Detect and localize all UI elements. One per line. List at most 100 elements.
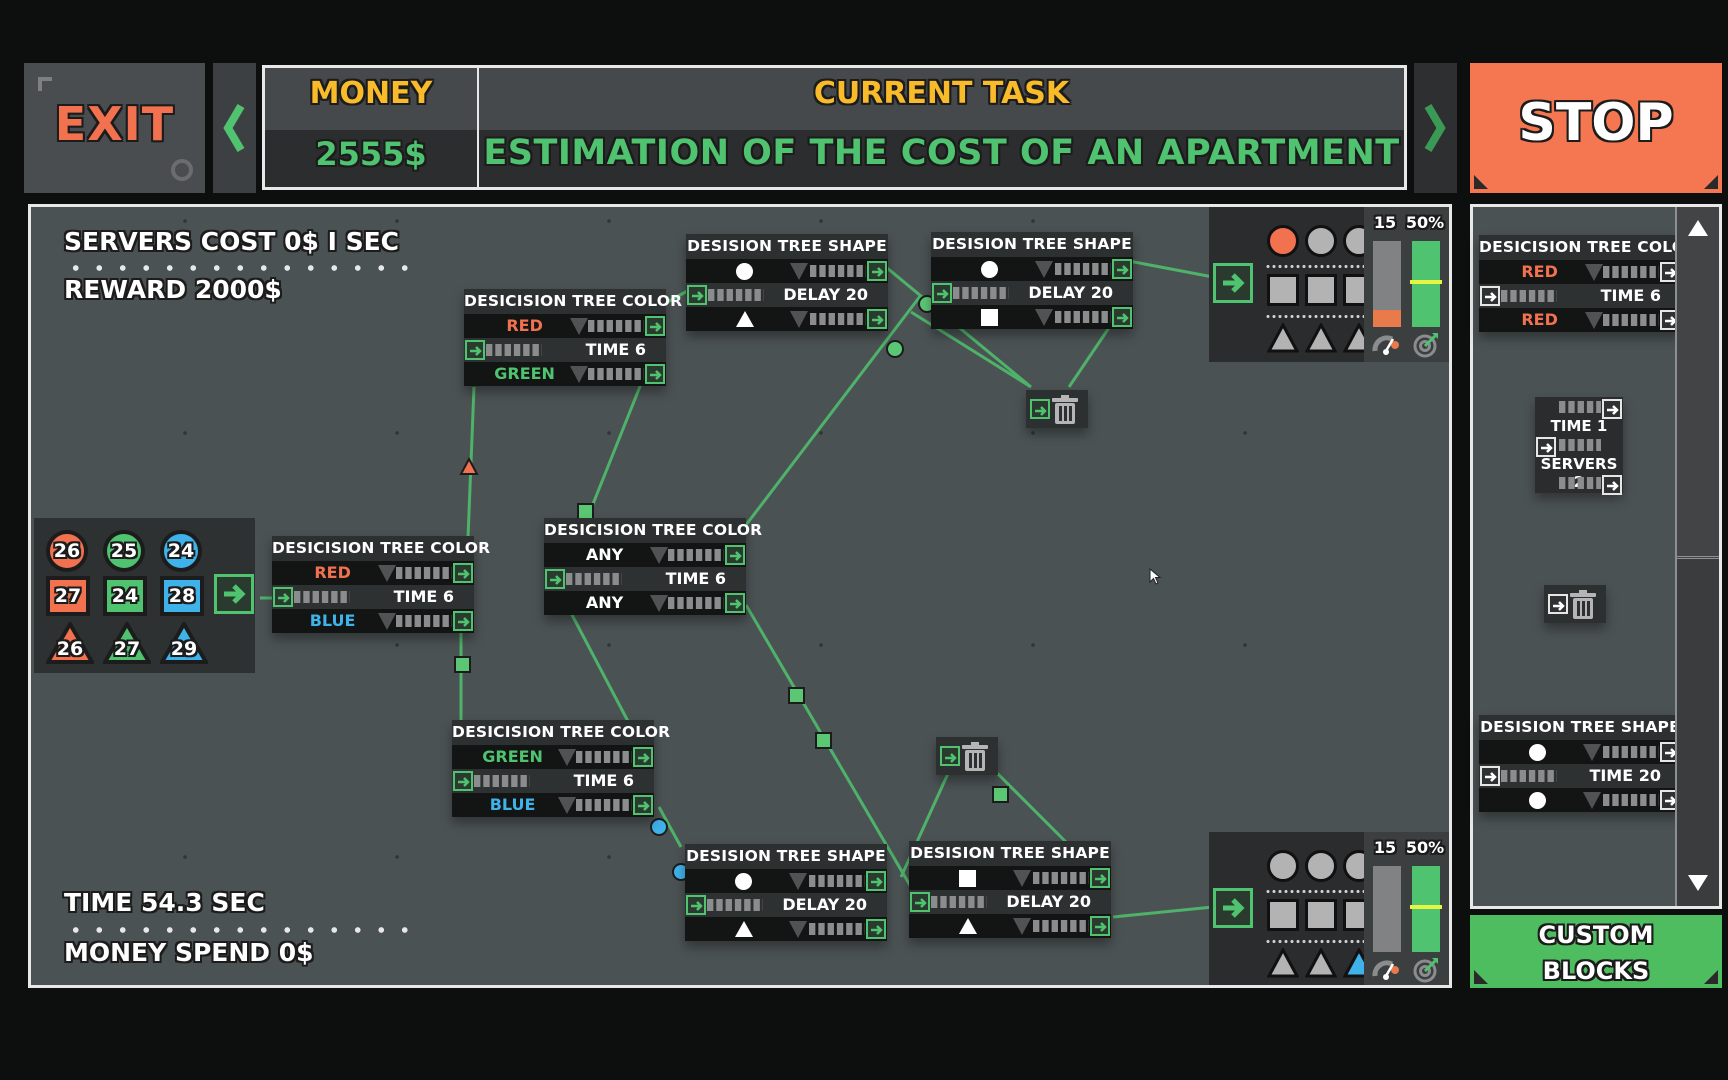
input-port[interactable]	[453, 771, 473, 791]
bottom-condition-row[interactable]	[909, 914, 1111, 938]
dropdown-caret-icon[interactable]	[1585, 264, 1603, 281]
output-port[interactable]	[1090, 916, 1110, 936]
input-port[interactable]	[1548, 594, 1568, 614]
output-port[interactable]	[453, 611, 473, 631]
input-port[interactable]	[1536, 437, 1556, 457]
library-trash-block[interactable]	[1544, 585, 1606, 623]
output-input-port[interactable]	[1213, 888, 1253, 928]
dropdown-caret-icon[interactable]	[789, 921, 807, 938]
input-port[interactable]	[545, 569, 565, 589]
dropdown-caret-icon[interactable]	[1035, 309, 1053, 326]
bottom-condition-row[interactable]	[931, 305, 1133, 329]
bottom-condition-row[interactable]	[685, 917, 887, 941]
output-port[interactable]	[725, 593, 745, 613]
color-tree-node[interactable]: DESICISION TREE COLOR GREEN TIME 6 BLUE	[452, 720, 670, 817]
scroll-down-icon[interactable]	[1687, 874, 1709, 892]
output-port[interactable]	[1112, 307, 1132, 327]
stop-button[interactable]: STOP	[1470, 63, 1722, 193]
dropdown-caret-icon[interactable]	[789, 873, 807, 890]
input-port[interactable]	[687, 285, 707, 305]
scrollbar-thumb[interactable]	[1677, 207, 1719, 559]
shape-tree-node[interactable]: DESISION TREE SHAPE DELAY 20	[685, 844, 887, 941]
output-port[interactable]	[867, 309, 887, 329]
dropdown-caret-icon[interactable]	[378, 613, 396, 630]
output-port[interactable]	[633, 795, 653, 815]
dropdown-caret-icon[interactable]	[1583, 744, 1601, 761]
dropdown-caret-icon[interactable]	[1035, 261, 1053, 278]
trash-input-port[interactable]	[940, 746, 960, 766]
output-port[interactable]	[645, 316, 665, 336]
output-port[interactable]	[1090, 868, 1110, 888]
color-tree-node[interactable]: DESICISION TREE COLOR RED TIME 6 GREEN	[464, 289, 682, 386]
dropdown-caret-icon[interactable]	[1013, 918, 1031, 935]
shape-tree-node[interactable]: DESISION TREE SHAPE DELAY 20	[686, 234, 888, 331]
input-port[interactable]	[465, 340, 485, 360]
output-port[interactable]	[867, 261, 887, 281]
top-condition-row[interactable]	[685, 869, 887, 893]
output-port[interactable]	[866, 919, 886, 939]
scroll-up-icon[interactable]	[1687, 219, 1709, 237]
workspace-canvas[interactable]: SERVERS COST 0$ I SEC REWARD 2000$ TIME …	[28, 204, 1452, 988]
bottom-condition-row[interactable]	[1479, 788, 1681, 812]
bottom-condition-row[interactable]: ANY	[544, 591, 746, 615]
block-library-panel[interactable]: DESICISION TREE COLOR RED TIME 6 RED TIME 1 S…	[1470, 204, 1722, 909]
output-port[interactable]	[866, 871, 886, 891]
output-port[interactable]	[453, 563, 473, 583]
color-tree-node[interactable]: DESICISION TREE COLOR RED TIME 6 BLUE	[272, 536, 490, 633]
dropdown-caret-icon[interactable]	[378, 565, 396, 582]
output-port[interactable]	[1112, 259, 1132, 279]
top-condition-row[interactable]	[1479, 740, 1681, 764]
shape-tree-node[interactable]: DESISION TREE SHAPE DELAY 20	[931, 232, 1133, 329]
dropdown-caret-icon[interactable]	[1583, 792, 1601, 809]
top-condition-row[interactable]: RED	[464, 314, 666, 338]
bottom-condition-row[interactable]: RED	[1479, 308, 1681, 332]
top-condition-row[interactable]	[909, 866, 1111, 890]
input-port[interactable]	[1480, 766, 1500, 786]
library-shape-tree-block[interactable]: DESISION TREE SHAPE TIME 20	[1479, 715, 1681, 812]
top-condition-row[interactable]: RED	[1479, 260, 1681, 284]
scrollbar[interactable]	[1675, 207, 1719, 906]
trash-input-port[interactable]	[1030, 399, 1050, 419]
top-condition-row[interactable]: ANY	[544, 543, 746, 567]
input-port[interactable]	[1480, 286, 1500, 306]
top-condition-row[interactable]: RED	[272, 561, 474, 585]
top-condition-row[interactable]: GREEN	[452, 745, 654, 769]
bottom-condition-row[interactable]: BLUE	[452, 793, 654, 817]
top-condition-row[interactable]	[686, 259, 888, 283]
dropdown-caret-icon[interactable]	[1585, 312, 1603, 329]
dropdown-caret-icon[interactable]	[1013, 870, 1031, 887]
library-splitter-block[interactable]: TIME 1 SERVERS 2	[1535, 397, 1623, 495]
library-color-tree-block[interactable]: DESICISION TREE COLOR RED TIME 6 RED	[1479, 235, 1697, 332]
source-output-port[interactable]	[214, 574, 254, 614]
custom-blocks-button[interactable]: CUSTOM BLOCKS	[1470, 915, 1722, 988]
top-condition-row[interactable]	[931, 257, 1133, 281]
output-port[interactable]	[1602, 475, 1622, 495]
next-task-button[interactable]	[1414, 63, 1457, 193]
dropdown-caret-icon[interactable]	[570, 318, 588, 335]
output-input-port[interactable]	[1213, 263, 1253, 303]
dropdown-caret-icon[interactable]	[558, 749, 576, 766]
dropdown-caret-icon[interactable]	[790, 263, 808, 280]
input-source[interactable]: 26 25 24 27 24 28 26 27 29	[34, 518, 255, 673]
input-port[interactable]	[273, 587, 293, 607]
bottom-condition-row[interactable]: BLUE	[272, 609, 474, 633]
dropdown-caret-icon[interactable]	[790, 311, 808, 328]
shape-tree-node[interactable]: DESISION TREE SHAPE DELAY 20	[909, 841, 1111, 938]
input-port[interactable]	[686, 895, 706, 915]
dropdown-caret-icon[interactable]	[558, 797, 576, 814]
trash-node[interactable]	[936, 737, 998, 775]
dropdown-caret-icon[interactable]	[570, 366, 588, 383]
output-port[interactable]	[725, 545, 745, 565]
output-port[interactable]	[1602, 399, 1622, 419]
bottom-condition-row[interactable]: GREEN	[464, 362, 666, 386]
exit-button[interactable]: EXIT	[24, 63, 205, 193]
color-tree-node[interactable]: DESICISION TREE COLOR ANY TIME 6 ANY	[544, 518, 762, 615]
dropdown-caret-icon[interactable]	[650, 595, 668, 612]
input-port[interactable]	[932, 283, 952, 303]
output-port[interactable]	[633, 747, 653, 767]
input-port[interactable]	[910, 892, 930, 912]
previous-task-button[interactable]	[213, 63, 256, 193]
bottom-condition-row[interactable]	[686, 307, 888, 331]
output-port[interactable]	[645, 364, 665, 384]
dropdown-caret-icon[interactable]	[650, 547, 668, 564]
